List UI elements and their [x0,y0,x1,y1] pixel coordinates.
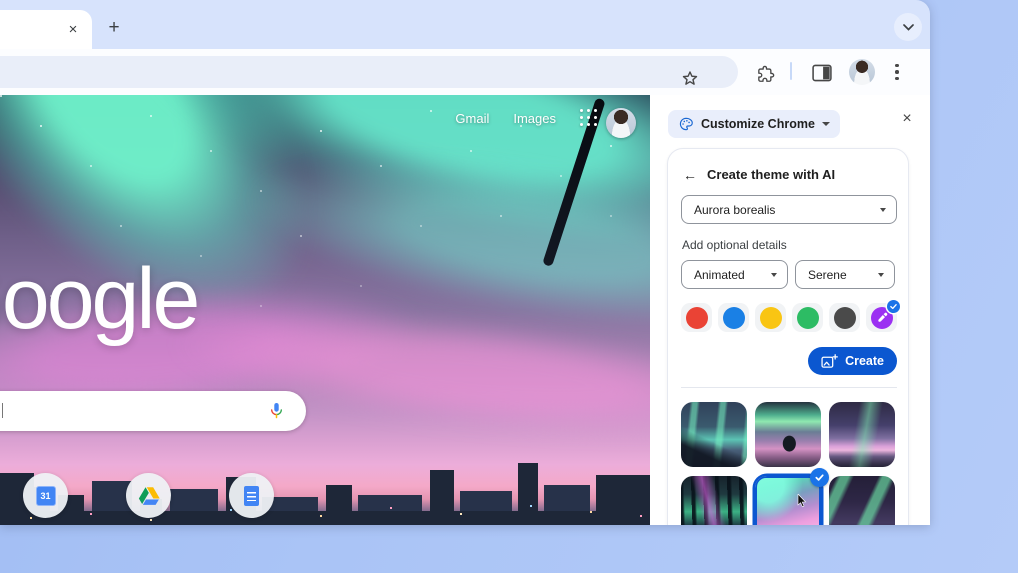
detail-value: Serene [807,267,847,282]
image-sparkle-icon [821,353,839,368]
google-apps-grid-icon[interactable] [580,109,598,127]
theme-thumbnail-aurora-city-pink[interactable] [829,402,895,467]
palette-icon [679,117,693,131]
chevron-down-icon [821,122,830,126]
docs-shortcut[interactable] [229,473,274,518]
theme-thumbnail-aurora-island[interactable] [755,402,821,467]
detail-dropdown-serene[interactable]: Serene [794,260,895,289]
address-bar[interactable] [0,56,738,88]
calendar-icon: 31 [35,485,56,506]
create-button[interactable]: Create [808,347,897,375]
new-tab-page: Gmail Images Google [0,95,650,525]
color-swatch-grey[interactable] [829,303,860,332]
window-content: Gmail Images Google [0,95,930,525]
drive-icon [138,486,160,505]
browser-profile-avatar[interactable] [849,59,875,85]
panel-close-icon[interactable]: × [895,107,919,131]
card-heading: Create theme with AI [707,167,836,182]
color-swatch-custom[interactable] [866,300,900,332]
detail-value: Animated [694,267,745,282]
theme-thumbnail-aurora-pink-sky[interactable] [755,468,829,525]
google-logo: Google [0,251,200,347]
detail-dropdown-animated[interactable]: Animated [681,260,788,289]
extensions-icon[interactable] [756,64,776,84]
theme-thumbnail-aurora-city-green[interactable] [829,476,895,525]
create-theme-card: ← Create theme with AI Aurora borealis A… [667,148,909,525]
browser-window: × + Gmail Images oogle 31 Customize Chro… [0,0,930,525]
theme-thumbnail-aurora-mountains[interactable] [681,402,747,467]
mouse-cursor [797,494,807,508]
chevron-down-icon [878,272,884,277]
tab-strip: × + [0,0,930,49]
gmail-link[interactable]: Gmail [455,111,489,126]
eyedropper-icon [877,312,887,322]
new-tab-button[interactable]: + [100,14,128,42]
theme-prompt-value: Aurora borealis [694,202,776,217]
color-swatch-green[interactable] [792,303,823,332]
voice-search-mic-icon[interactable] [268,402,285,420]
images-link[interactable]: Images [513,111,556,126]
back-arrow-icon[interactable]: ← [683,168,697,182]
shortcuts-row: 31 [23,473,274,518]
color-swatch-red[interactable] [681,303,712,332]
selected-check-badge [887,300,900,313]
chevron-down-icon [770,272,777,277]
browser-menu-icon[interactable] [888,61,906,83]
color-swatch-yellow[interactable] [755,303,786,332]
toolbar [0,49,930,95]
page-header-nav: Gmail Images [455,109,598,127]
drive-shortcut[interactable] [126,473,171,518]
theme-thumbnail-grid [681,402,897,525]
customize-chrome-panel: Customize Chrome × ← Create theme with A… [650,95,930,525]
google-account-avatar[interactable] [606,108,636,138]
chevron-down-icon [902,23,914,31]
customize-chrome-chip[interactable]: Customize Chrome [668,110,840,138]
active-tab[interactable]: × [0,10,92,49]
stars [0,95,2,97]
panel-title: Customize Chrome [701,117,815,131]
tab-search-button[interactable] [894,13,922,41]
color-swatch-blue[interactable] [718,303,749,332]
create-button-label: Create [845,354,884,368]
divider [681,387,897,388]
theme-thumbnail-aurora-forest[interactable] [681,476,747,525]
theme-prompt-dropdown[interactable]: Aurora borealis [681,195,897,224]
bookmark-star-icon[interactable] [680,69,700,89]
chevron-down-icon [880,207,886,212]
tab-close-icon[interactable]: × [62,18,84,40]
calendar-shortcut[interactable]: 31 [23,473,68,518]
docs-icon [244,485,259,506]
details-label: Add optional details [682,238,787,252]
toolbar-divider [790,62,792,80]
side-panel-toggle-icon[interactable] [812,64,832,87]
text-cursor [2,403,3,418]
color-swatch-row [681,300,900,332]
search-bar[interactable] [0,391,306,431]
selected-check-badge [810,468,829,487]
